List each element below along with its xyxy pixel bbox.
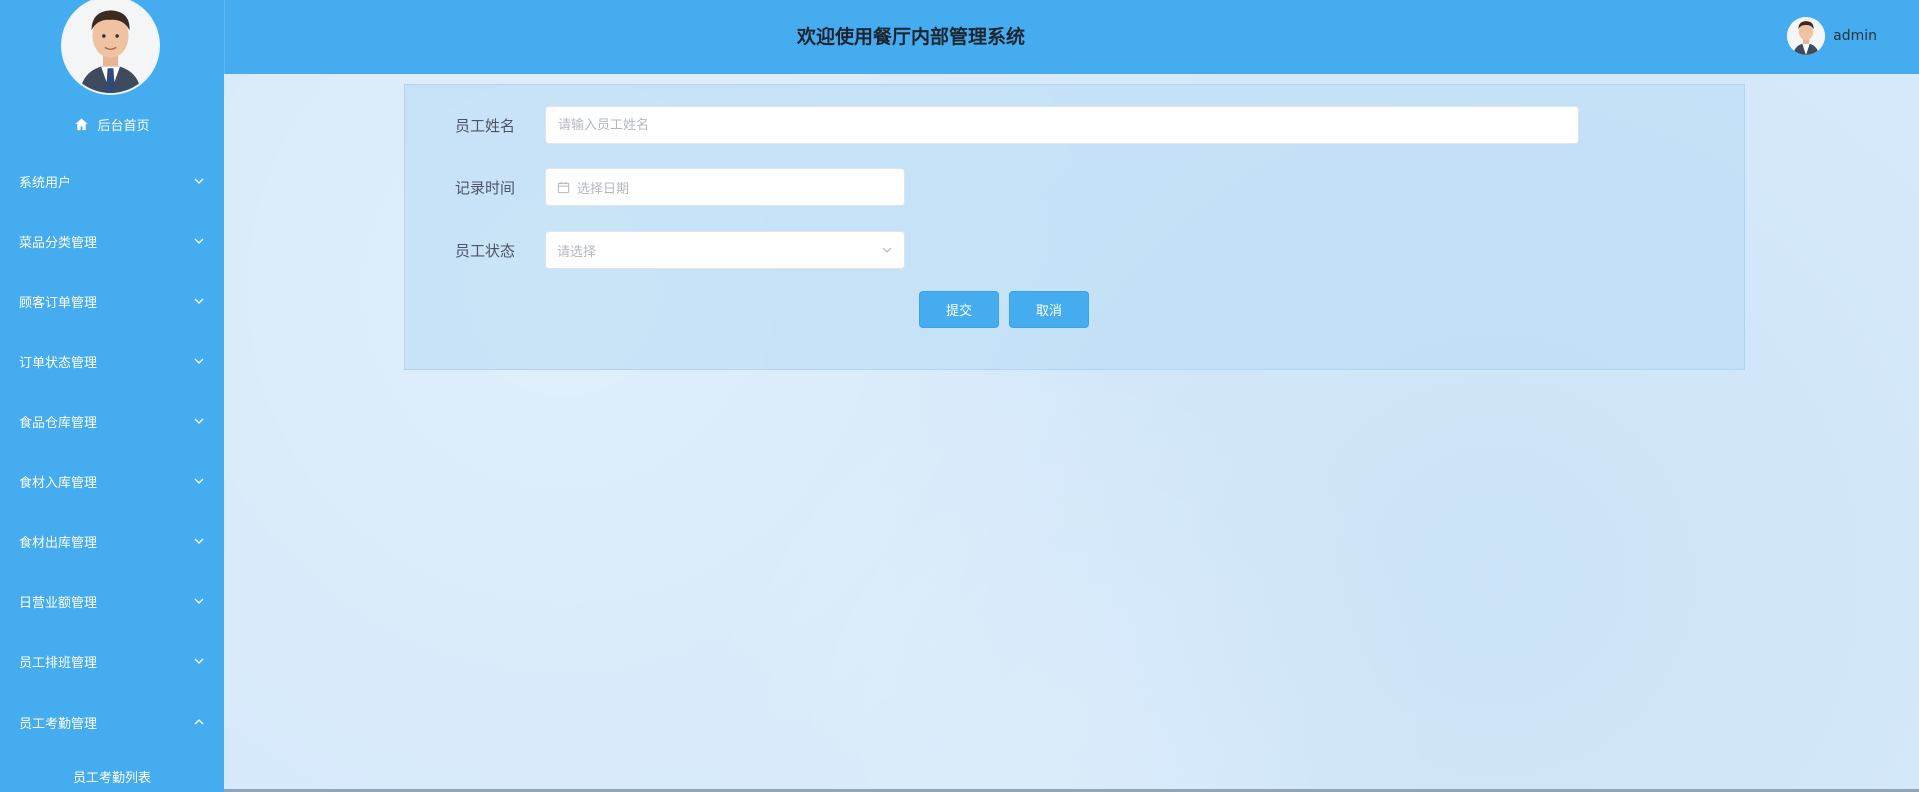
- time-label: 记录时间: [454, 178, 515, 197]
- name-label: 员工姓名: [454, 116, 515, 135]
- user-photo-icon: [63, 0, 158, 93]
- status-label: 员工状态: [454, 241, 515, 260]
- sidebar-item-staff-attendance[interactable]: 员工考勤管理: [0, 702, 224, 742]
- date-placeholder: 选择日期: [577, 181, 630, 197]
- submit-button[interactable]: 提交: [919, 291, 999, 328]
- user-menu[interactable]: admin: [1787, 14, 1877, 58]
- sidebar-item-label: 顾客订单管理: [19, 295, 98, 311]
- sidebar-item-customer-orders[interactable]: 顾客订单管理: [0, 281, 224, 321]
- avatar: [61, 0, 160, 95]
- calendar-icon: [557, 181, 570, 193]
- sidebar-item-label: 食材入库管理: [19, 475, 98, 491]
- select-placeholder: 请选择: [557, 244, 597, 260]
- username: admin: [1833, 28, 1877, 44]
- chevron-down-icon: [194, 238, 204, 244]
- chevron-down-icon: [194, 178, 204, 184]
- chevron-down-icon: [194, 358, 204, 364]
- chevron-down-icon: [194, 598, 204, 604]
- sidebar-item-daily-revenue[interactable]: 日营业额管理: [0, 581, 224, 621]
- page-title: 欢迎使用餐厅内部管理系统: [796, 25, 1025, 48]
- sidebar-item-label: 菜品分类管理: [19, 235, 98, 251]
- sidebar-item-label: 员工考勤管理: [19, 716, 98, 732]
- user-photo-icon: [1787, 17, 1826, 55]
- home-icon: [75, 117, 89, 130]
- sidebar-item-label: 日营业额管理: [19, 595, 98, 611]
- chevron-down-icon: [194, 418, 204, 424]
- employee-name-input[interactable]: [545, 106, 1579, 144]
- sidebar-item-label: 员工排班管理: [19, 655, 98, 671]
- date-picker[interactable]: 选择日期: [545, 168, 905, 206]
- sidebar: 后台首页 系统用户 菜品分类管理 顾客订单管理 订单状态管理 食品仓库管理 食材…: [0, 0, 224, 792]
- sidebar-item-system-users[interactable]: 系统用户: [0, 161, 224, 201]
- form-row-name: 员工姓名: [405, 105, 1579, 145]
- sidebar-item-label: 订单状态管理: [19, 355, 98, 371]
- chevron-down-icon: [882, 247, 892, 253]
- form-row-time: 记录时间 选择日期: [405, 167, 905, 207]
- chevron-down-icon: [194, 298, 204, 304]
- sidebar-item-order-status[interactable]: 订单状态管理: [0, 341, 224, 381]
- chevron-down-icon: [194, 538, 204, 544]
- submenu-item-attendance-list[interactable]: 员工考勤列表: [0, 768, 224, 790]
- sidebar-item-label: 食材出库管理: [19, 535, 98, 551]
- home-link-label: 后台首页: [97, 118, 150, 134]
- sidebar-item-ingredient-outbound[interactable]: 食材出库管理: [0, 521, 224, 561]
- cancel-button[interactable]: 取消: [1009, 291, 1089, 328]
- home-link[interactable]: 后台首页: [0, 113, 224, 135]
- header: 欢迎使用餐厅内部管理系统 admin: [224, 0, 1919, 74]
- sidebar-item-food-warehouse[interactable]: 食品仓库管理: [0, 401, 224, 441]
- sidebar-item-label: 食品仓库管理: [19, 415, 98, 431]
- chevron-up-icon: [194, 719, 204, 725]
- status-select[interactable]: 请选择: [545, 231, 905, 269]
- user-avatar: [1787, 17, 1826, 55]
- chevron-down-icon: [194, 478, 204, 484]
- sidebar-item-ingredient-inbound[interactable]: 食材入库管理: [0, 461, 224, 501]
- sidebar-item-label: 系统用户: [19, 175, 72, 191]
- sidebar-item-staff-schedule[interactable]: 员工排班管理: [0, 641, 224, 681]
- sidebar-item-dish-category[interactable]: 菜品分类管理: [0, 221, 224, 261]
- form-row-status: 员工状态 请选择: [405, 230, 905, 270]
- attendance-form: 员工姓名 记录时间 选择日期 员工状态 请选择 提交 取消: [404, 84, 1745, 370]
- chevron-down-icon: [194, 658, 204, 664]
